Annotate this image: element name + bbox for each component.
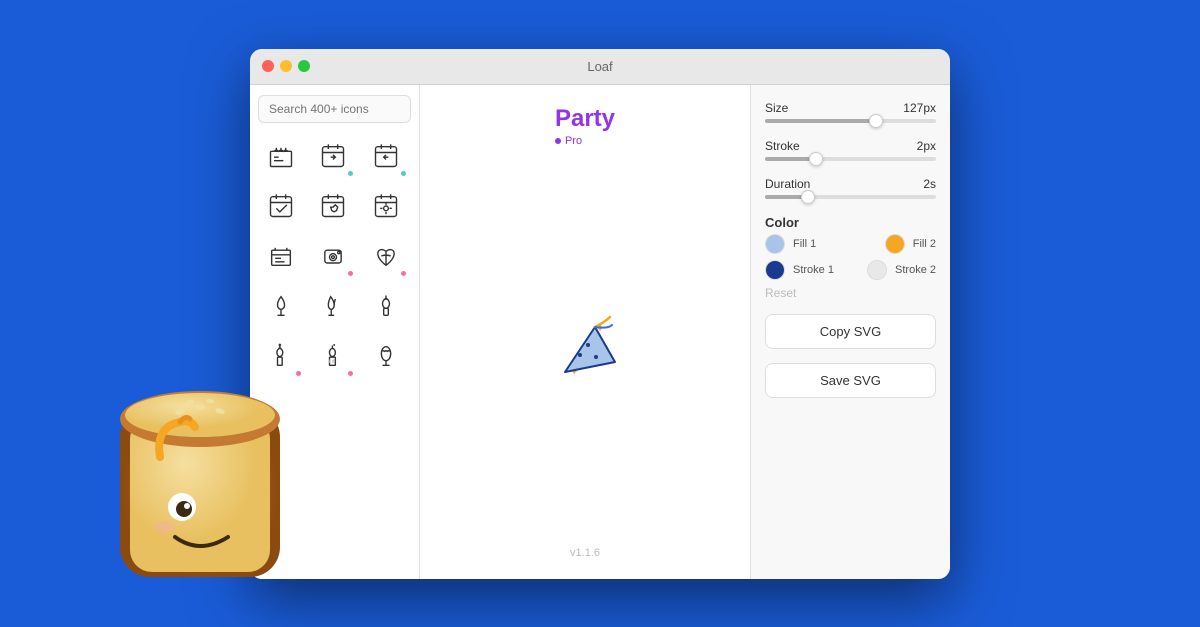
list-item[interactable] [310, 183, 356, 229]
dot-indicator [348, 371, 353, 376]
duration-slider-track[interactable] [765, 195, 936, 199]
list-item[interactable] [363, 133, 409, 179]
stroke2-label: Stroke 2 [895, 264, 936, 276]
reset-button[interactable]: Reset [765, 286, 936, 300]
icons-grid [258, 133, 411, 379]
size-section: Size 127px [765, 101, 936, 125]
window-body: Party Pro ✦ ✦ ✦ [250, 85, 950, 579]
list-item[interactable] [258, 233, 304, 279]
stroke2-swatch[interactable] [867, 260, 887, 280]
pro-label: Pro [565, 135, 582, 147]
size-label: Size [765, 101, 788, 115]
fill2-swatch[interactable] [885, 234, 905, 254]
fill1-label: Fill 1 [793, 238, 816, 250]
search-input[interactable] [258, 95, 411, 123]
stroke1-label: Stroke 1 [793, 264, 834, 276]
fill2-label: Fill 2 [913, 238, 936, 250]
stroke-value: 2px [917, 139, 936, 153]
dot-indicator [401, 271, 406, 276]
size-value: 127px [903, 101, 936, 115]
dot-indicator [348, 271, 353, 276]
fill1-row: Fill 1 Fill 2 [765, 234, 936, 254]
window-title: Loaf [587, 59, 612, 74]
list-item[interactable] [310, 283, 356, 329]
minimize-button[interactable] [280, 60, 292, 72]
dot-indicator [296, 371, 301, 376]
list-item[interactable] [258, 133, 304, 179]
list-item[interactable] [363, 333, 409, 379]
app-window: Loaf [250, 49, 950, 579]
party-icon-svg: ✦ ✦ ✦ [540, 307, 630, 397]
stroke-section: Stroke 2px [765, 139, 936, 163]
stroke-slider-track[interactable] [765, 157, 936, 161]
main-area: Party Pro ✦ ✦ ✦ [420, 85, 750, 579]
toast-mascot [100, 377, 300, 607]
duration-section: Duration 2s [765, 177, 936, 201]
traffic-lights [262, 60, 310, 72]
copy-svg-button[interactable]: Copy SVG [765, 314, 936, 349]
pro-dot-icon [555, 138, 561, 144]
stroke1-swatch[interactable] [765, 260, 785, 280]
fill1-swatch[interactable] [765, 234, 785, 254]
stroke1-row: Stroke 1 Stroke 2 [765, 260, 936, 280]
dot-indicator [401, 171, 406, 176]
size-slider-track[interactable] [765, 119, 936, 123]
save-svg-button[interactable]: Save SVG [765, 363, 936, 398]
list-item[interactable] [258, 333, 304, 379]
version-label: v1.1.6 [570, 547, 600, 559]
list-item[interactable] [363, 183, 409, 229]
icon-preview-area: ✦ ✦ ✦ [440, 157, 730, 547]
list-item[interactable] [258, 183, 304, 229]
color-section-title: Color [765, 215, 936, 230]
list-item[interactable] [258, 283, 304, 329]
duration-value: 2s [923, 177, 936, 191]
list-item[interactable] [310, 233, 356, 279]
duration-label: Duration [765, 177, 810, 191]
stroke-label: Stroke [765, 139, 800, 153]
list-item[interactable] [363, 233, 409, 279]
color-section: Color Fill 1 Fill 2 Stroke 1 Stroke 2 Re… [765, 215, 936, 300]
right-panel: Size 127px Stroke 2px [750, 85, 950, 579]
list-item[interactable] [310, 133, 356, 179]
icon-name: Party [555, 105, 615, 133]
list-item[interactable] [363, 283, 409, 329]
maximize-button[interactable] [298, 60, 310, 72]
list-item[interactable] [310, 333, 356, 379]
pro-badge: Pro [555, 135, 615, 147]
close-button[interactable] [262, 60, 274, 72]
title-bar: Loaf [250, 49, 950, 85]
dot-indicator [348, 171, 353, 176]
